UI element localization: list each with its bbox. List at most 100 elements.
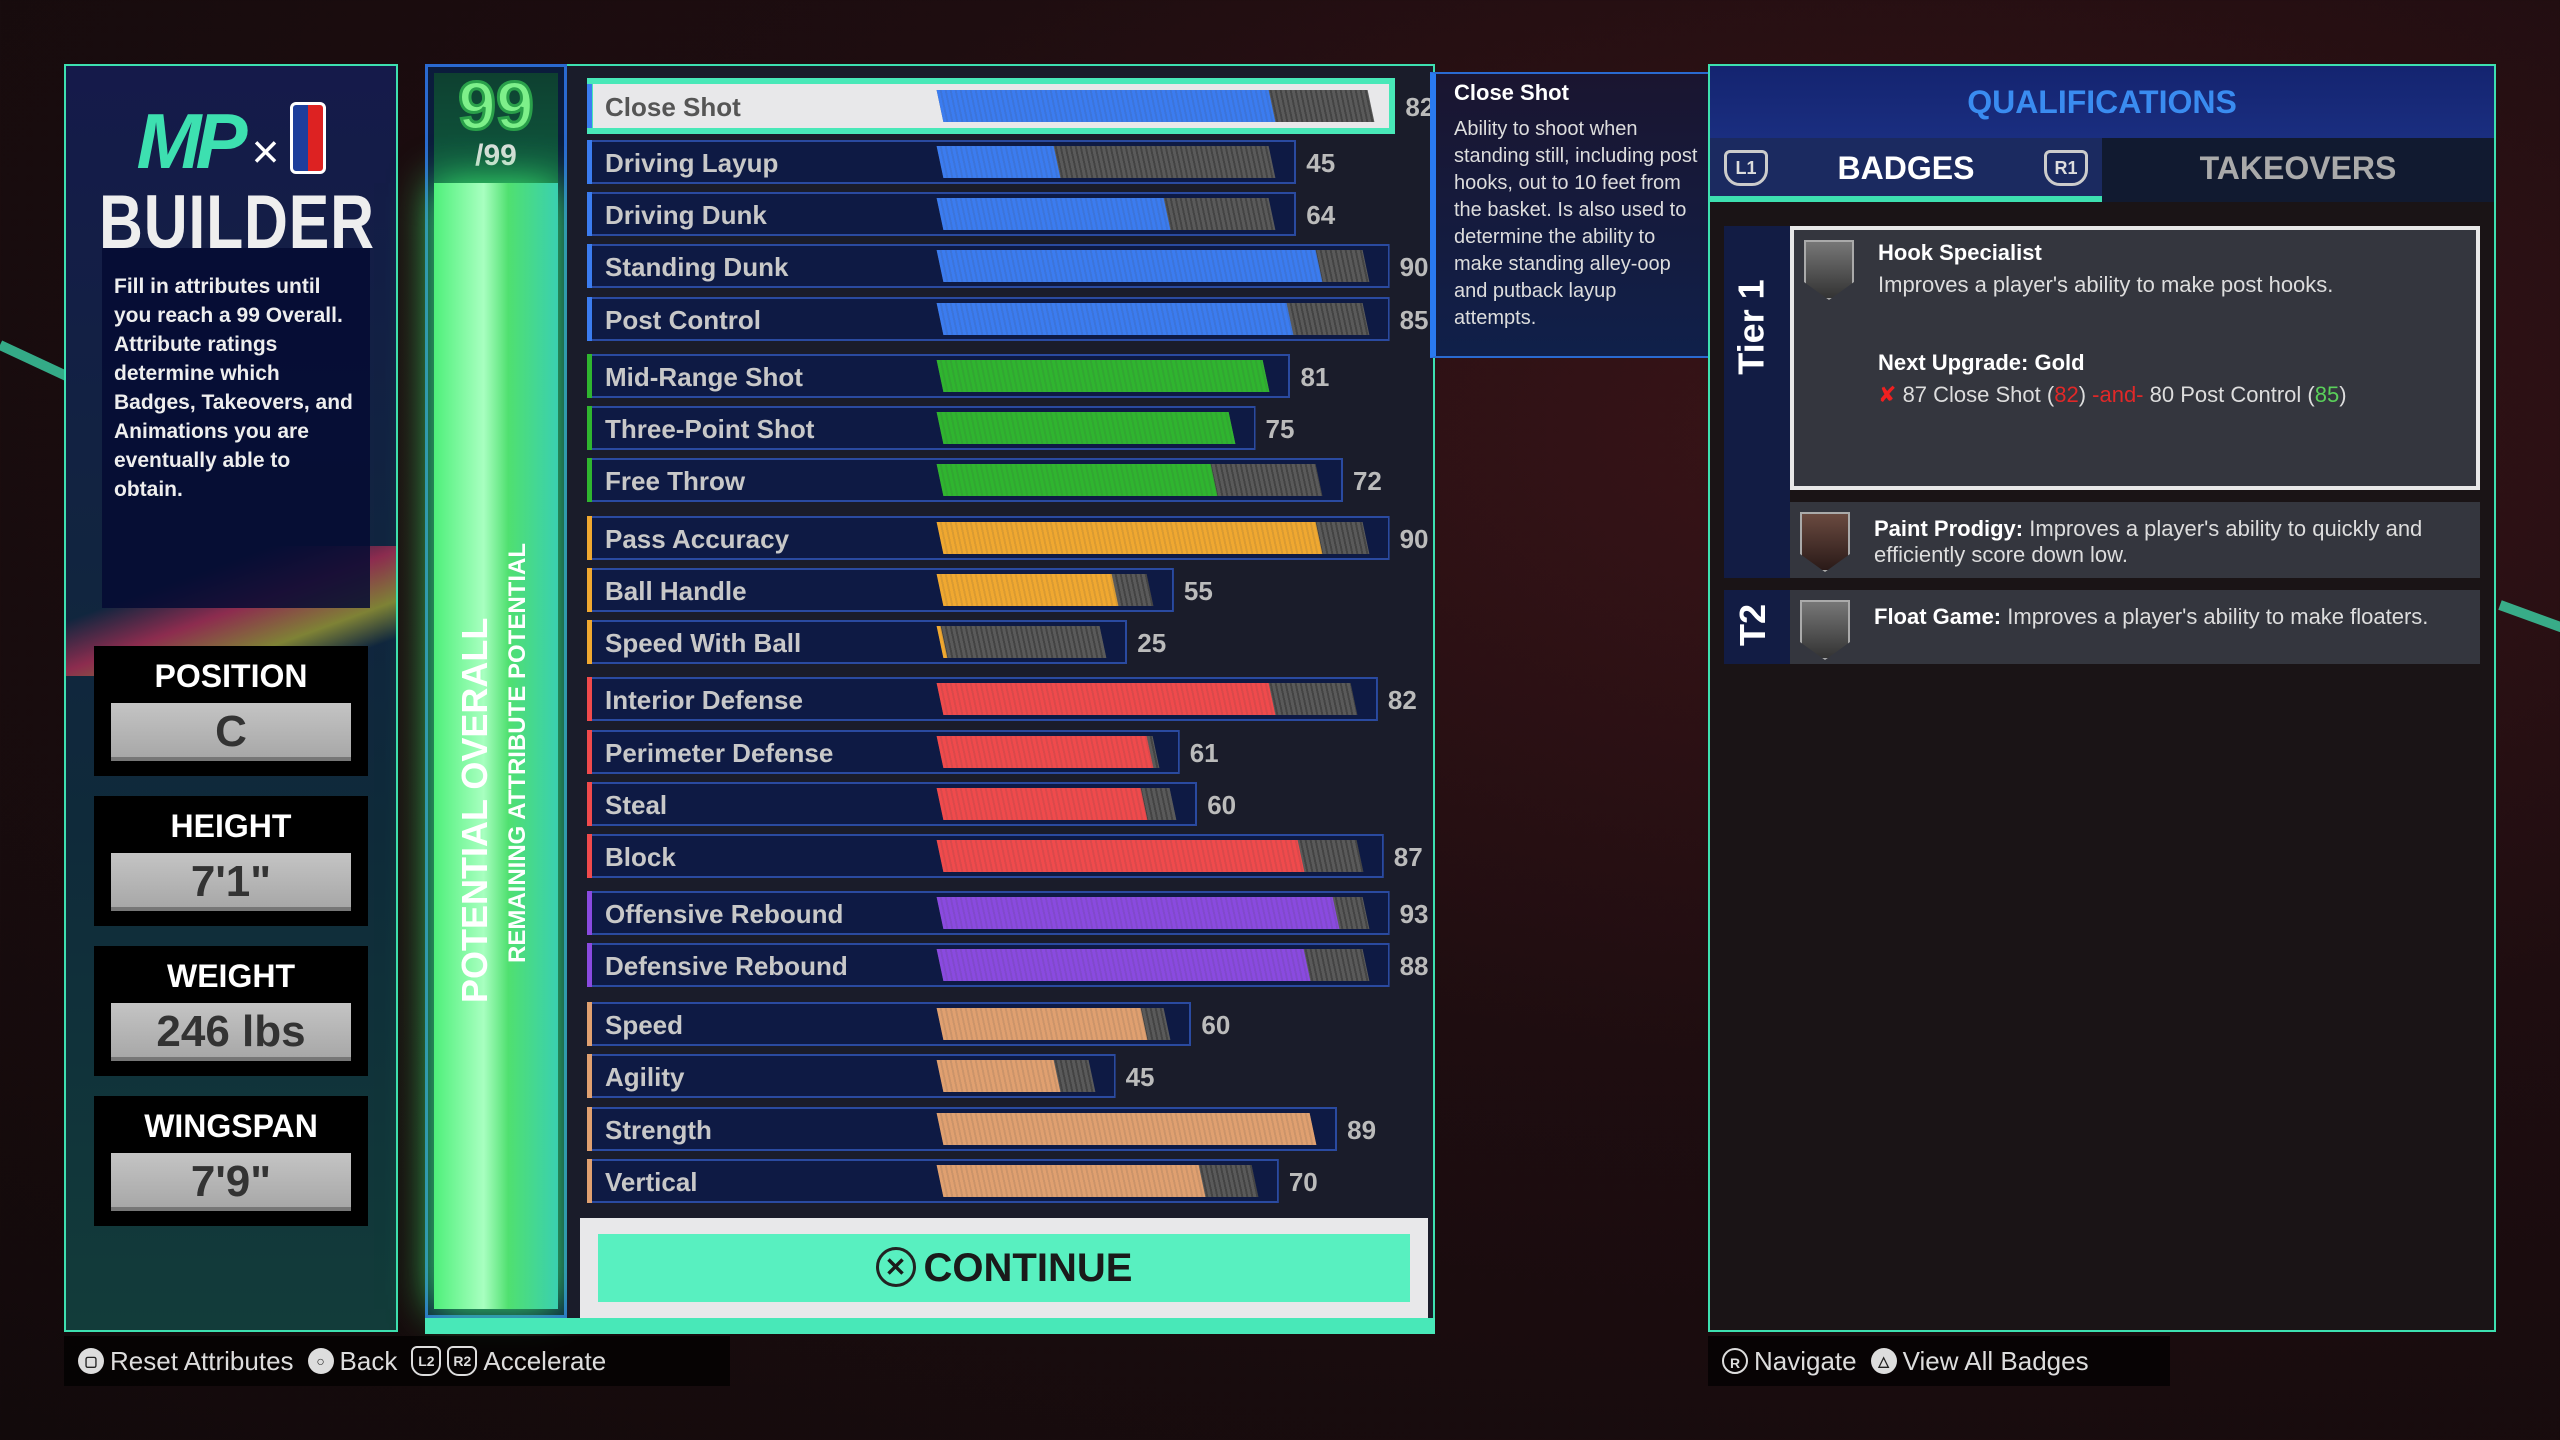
wingspan-label: WINGSPAN	[144, 1108, 318, 1144]
tooltip-title: Close Shot	[1454, 80, 1569, 105]
height-box: HEIGHT 7'1"	[94, 796, 368, 926]
qualifications-title: QUALIFICATIONS	[1710, 66, 2494, 138]
attribute-value-bar	[936, 574, 1119, 606]
overall-value: 99	[457, 68, 536, 144]
attribute-value: 25	[1137, 628, 1167, 658]
attribute-value: 81	[1300, 362, 1330, 392]
circle-button-icon: ○	[307, 1348, 334, 1374]
badge-hook-specialist[interactable]: Hook Specialist Improves a player's abil…	[1790, 226, 2480, 490]
tooltip-text: Ability to shoot when standing still, in…	[1454, 118, 1698, 329]
attribute-name: Driving Dunk	[605, 200, 767, 230]
triangle-button-icon: △	[1870, 1348, 1897, 1374]
overall-max: /99	[475, 139, 517, 172]
height-value: 7'1"	[111, 853, 351, 911]
attribute-name: Close Shot	[605, 92, 741, 122]
attribute-name: Free Throw	[605, 466, 746, 496]
tier-2-text: T2	[1732, 603, 1774, 647]
attribute-name: Speed With Ball	[605, 628, 802, 658]
continue-label: CONTINUE	[923, 1246, 1133, 1290]
height-label: HEIGHT	[170, 808, 292, 844]
tier-2-label: T2	[1724, 590, 1790, 664]
attribute-value-bar	[936, 412, 1235, 444]
tab-takeovers[interactable]: TAKEOVERS	[2102, 138, 2494, 202]
attribute-value-bar	[936, 1165, 1206, 1197]
hint-label: Back	[339, 1345, 398, 1376]
tab-badges[interactable]: L1 BADGES R1	[1710, 138, 2102, 202]
reset-attributes-hint[interactable]: ▢ Reset Attributes	[78, 1346, 294, 1377]
attribute-value-bar	[936, 303, 1294, 335]
attribute-name: Defensive Rebound	[605, 951, 848, 981]
req-post-control-current: 85	[2314, 382, 2340, 407]
nba-logo	[289, 102, 326, 174]
attribute-name: Driving Layup	[605, 148, 779, 178]
tab-badges-label: BADGES	[1837, 150, 1975, 186]
group-accent	[587, 458, 592, 502]
req-paren: )	[2339, 382, 2347, 407]
group-accent	[587, 140, 592, 184]
group-accent	[587, 1054, 592, 1098]
attribute-name: Agility	[605, 1062, 685, 1092]
attribute-value: 45	[1125, 1062, 1155, 1092]
group-accent	[587, 1107, 592, 1151]
group-accent	[587, 568, 592, 612]
attribute-name: Interior Defense	[605, 685, 803, 715]
attribute-value-bar	[936, 1060, 1060, 1092]
attribute-value-bar	[936, 949, 1311, 981]
right-stick-icon: R	[1722, 1348, 1748, 1374]
attribute-value: 61	[1189, 738, 1219, 768]
attribute-value-bar	[936, 90, 1276, 122]
attribute-name: Steal	[605, 790, 668, 820]
attribute-name: Strength	[605, 1115, 712, 1145]
attribute-name: Offensive Rebound	[605, 899, 844, 929]
r1-button-icon[interactable]: R1	[2044, 150, 2088, 186]
group-accent	[587, 782, 592, 826]
wingspan-box: WINGSPAN 7'9"	[94, 1096, 368, 1226]
fail-x-icon: ✘	[1878, 382, 1897, 407]
accelerate-hint[interactable]: L2 R2 Accelerate	[411, 1346, 606, 1377]
attribute-name: Vertical	[605, 1167, 698, 1197]
navigate-hint[interactable]: R Navigate	[1722, 1346, 1857, 1377]
upgrade-requirements: ✘ 87 Close Shot (82) -and- 80 Post Contr…	[1878, 382, 2347, 408]
group-accent	[587, 244, 592, 288]
badge-name: Paint Prodigy:	[1874, 516, 2024, 541]
l1-button-icon[interactable]: L1	[1724, 150, 1768, 186]
attribute-value: 82	[1387, 685, 1417, 715]
group-accent	[587, 891, 592, 935]
group-accent	[587, 84, 592, 128]
badge-desc: Improves a player's ability to make post…	[1878, 272, 2334, 297]
attribute-value-bar	[936, 464, 1218, 496]
attribute-value-bar	[936, 788, 1148, 820]
attribute-name: Speed	[605, 1010, 684, 1040]
attribute-value-bar	[936, 146, 1060, 178]
overall-header: 99 /99	[434, 68, 558, 183]
continue-button[interactable]: ✕ CONTINUE	[598, 1234, 1410, 1302]
req-close-shot: 87 Close Shot (	[1902, 382, 2055, 407]
r2-button-icon: R2	[447, 1346, 478, 1376]
attribute-value-bar	[936, 250, 1323, 282]
attribute-tooltip: Close Shot Ability to shoot when standin…	[1430, 72, 1722, 358]
attribute-value: 87	[1393, 842, 1423, 872]
qualifications-panel: QUALIFICATIONS L1 BADGES R1 TAKEOVERS Ti…	[1708, 64, 2496, 1332]
attribute-value: 88	[1399, 951, 1429, 981]
group-accent	[587, 192, 592, 236]
attribute-name: Mid-Range Shot	[605, 362, 803, 392]
next-upgrade: Next Upgrade: Gold	[1878, 350, 2085, 375]
group-accent	[587, 406, 592, 450]
hint-label: Reset Attributes	[110, 1345, 294, 1376]
position-value: C	[111, 703, 351, 761]
decor-streak	[2498, 600, 2560, 641]
attribute-name: Post Control	[605, 305, 761, 335]
overall-meter: 99 /99 POTENTIAL OVERALL REMAINING ATTRI…	[425, 64, 567, 1318]
badge-name: Hook Specialist	[1878, 240, 2042, 265]
attribute-value: 93	[1399, 899, 1429, 929]
view-all-badges-hint[interactable]: △ View All Badges	[1870, 1346, 2089, 1377]
badge-paint-prodigy[interactable]: Paint Prodigy: Improves a player's abili…	[1790, 502, 2480, 578]
back-hint[interactable]: ○ Back	[307, 1345, 398, 1377]
group-accent	[587, 620, 592, 664]
l2-button-icon: L2	[411, 1346, 442, 1376]
badge-name: Float Game:	[1874, 604, 2002, 629]
attribute-name: Pass Accuracy	[605, 524, 790, 554]
badge-float-game[interactable]: Float Game: Improves a player's ability …	[1790, 590, 2480, 664]
attribute-value: 85	[1399, 305, 1429, 335]
attribute-value: 70	[1288, 1167, 1318, 1197]
